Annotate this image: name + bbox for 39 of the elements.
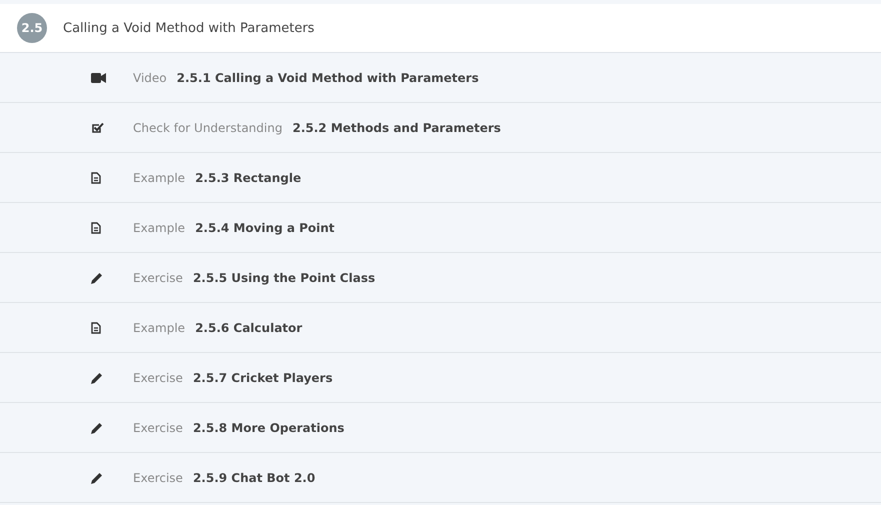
section-title: Calling a Void Method with Parameters: [63, 20, 314, 36]
document-icon: [91, 172, 101, 184]
pencil-icon: [91, 422, 103, 434]
lesson-title: 2.5.8 More Operations: [192, 420, 344, 434]
lesson-type: Exercise: [133, 420, 183, 434]
lesson-type: Exercise: [133, 270, 183, 284]
lesson-row[interactable]: Check for Understanding 2.5.2 Methods and Parameters: [0, 103, 881, 153]
lesson-type: Example: [133, 170, 186, 184]
lesson-row[interactable]: Example 2.5.3 Rectangle: [0, 153, 881, 203]
lesson-title: 2.5.5 Using the Point Class: [192, 270, 376, 284]
lesson-row[interactable]: Exercise 2.5.7 Cricket Players: [0, 353, 881, 403]
lesson-type: Exercise: [133, 370, 183, 384]
lesson-type: Example: [133, 220, 186, 234]
pencil-icon: [91, 472, 103, 484]
section-number-badge: 2.5: [17, 13, 47, 43]
lesson-type: Example: [133, 320, 186, 334]
section-header[interactable]: 2.5 Calling a Void Method with Parameters: [0, 4, 881, 53]
lesson-row[interactable]: Video 2.5.1 Calling a Void Method with Parameters: [0, 53, 881, 103]
lesson-type: Check for Understanding: [133, 120, 282, 134]
lesson-row[interactable]: Exercise 2.5.8 More Operations: [0, 403, 881, 453]
checkbox-icon: [91, 122, 104, 134]
document-icon: [91, 222, 101, 234]
pencil-icon: [91, 272, 103, 284]
lesson-row[interactable]: Example 2.5.6 Calculator: [0, 303, 881, 353]
lesson-title: 2.5.2 Methods and Parameters: [292, 120, 501, 134]
pencil-icon: [91, 372, 103, 384]
lesson-title: 2.5.6 Calculator: [195, 320, 302, 334]
document-icon: [91, 322, 101, 334]
lesson-row[interactable]: Exercise 2.5.9 Chat Bot 2.0: [0, 453, 881, 503]
lesson-row[interactable]: Example 2.5.4 Moving a Point: [0, 203, 881, 253]
lesson-title: 2.5.4 Moving a Point: [195, 220, 335, 234]
lesson-title: 2.5.3 Rectangle: [195, 170, 302, 184]
lesson-row[interactable]: Exercise 2.5.5 Using the Point Class: [0, 253, 881, 303]
lesson-title: 2.5.9 Chat Bot 2.0: [192, 470, 316, 484]
lesson-title: 2.5.7 Cricket Players: [192, 370, 333, 384]
lesson-title: 2.5.1 Calling a Void Method with Parameters: [176, 70, 479, 84]
lesson-type: Exercise: [133, 470, 183, 484]
lesson-type: Video: [133, 70, 167, 84]
video-camera-icon: [91, 72, 106, 82]
